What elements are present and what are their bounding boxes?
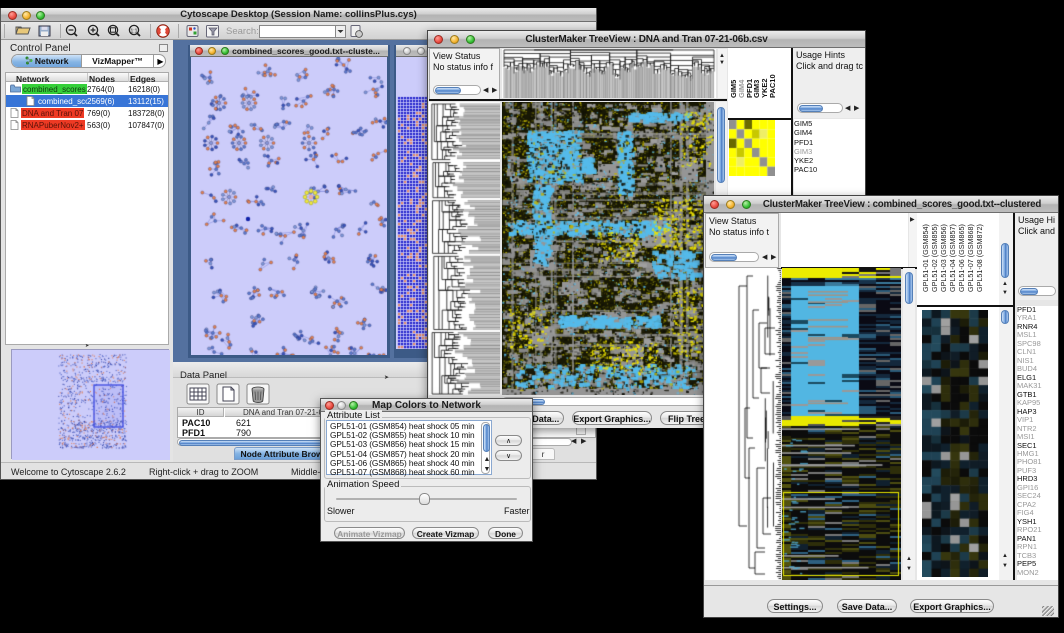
svg-text:Search:: Search: xyxy=(226,26,259,37)
svg-text:1:1: 1:1 xyxy=(131,28,138,34)
